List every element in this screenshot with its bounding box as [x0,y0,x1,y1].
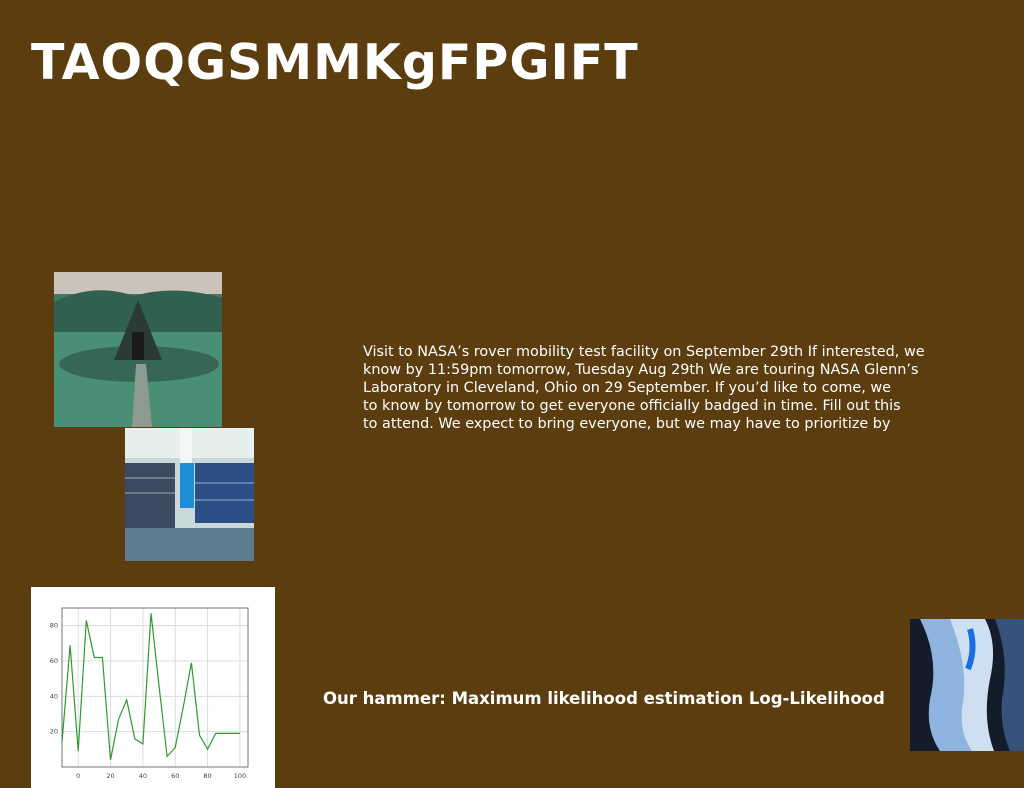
turf-house-image [54,272,222,427]
y-tick-label: 20 [50,728,58,736]
y-tick-label: 40 [50,692,58,700]
x-tick-label: 40 [139,772,147,780]
x-tick-label: 20 [106,772,114,780]
y-tick-label: 80 [50,622,58,630]
body-line: Laboratory in Cleveland, Ohio on 29 Sept… [363,380,891,396]
blue-ice-image [910,619,1024,751]
slide-title: TAOQGSMMKgFPGIFT [31,34,639,91]
body-text: Visit to NASA’s rover mobility test faci… [363,343,925,433]
body-line: to attend. We expect to bring everyone, … [363,416,891,432]
series-line [61,613,240,761]
line-chart: 0 20 40 60 80 100 20 40 60 80 [31,587,275,788]
x-tick-label: 60 [171,772,179,780]
x-tick-label: 80 [203,772,211,780]
x-tick-label: 100 [234,772,246,780]
line-chart-svg: 0 20 40 60 80 100 20 40 60 80 [50,607,249,780]
caption: Our hammer: Maximum likelihood estimatio… [323,689,885,708]
x-tick-label: 0 [76,772,80,780]
library-image [125,428,254,561]
body-line: to know by tomorrow to get everyone offi… [363,398,901,414]
body-line: know by 11:59pm tomorrow, Tuesday Aug 29… [363,362,919,378]
body-line: Visit to NASA’s rover mobility test faci… [363,344,925,360]
plot-frame [61,607,249,768]
y-tick-label: 60 [50,657,58,665]
